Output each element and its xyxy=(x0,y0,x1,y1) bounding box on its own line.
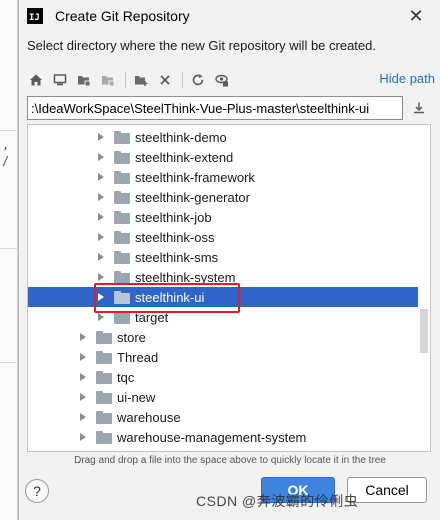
expand-arrow-icon[interactable] xyxy=(78,372,88,382)
folder-icon xyxy=(96,330,112,344)
tree-item-label: ui-new xyxy=(117,389,156,405)
expand-arrow-icon[interactable] xyxy=(96,232,106,242)
watermark: CSDN @奔波霸的伶俐虫 xyxy=(196,493,359,509)
folder-icon xyxy=(96,350,112,364)
tree-row[interactable]: tqc xyxy=(28,367,418,387)
tree-row[interactable]: warehouse xyxy=(28,407,418,427)
tree-item-label: Thread xyxy=(117,349,159,365)
tree-row[interactable]: warehouse-management-system xyxy=(28,427,418,447)
folder-icon xyxy=(114,130,130,144)
expand-arrow-icon[interactable] xyxy=(96,212,106,222)
folder-icon xyxy=(114,250,130,264)
file-chooser-toolbar: Hide path xyxy=(25,68,437,92)
folder-icon xyxy=(114,230,130,244)
expand-arrow-icon[interactable] xyxy=(78,412,88,422)
tree-row[interactable]: steelthink-framework xyxy=(28,167,418,187)
tree-row[interactable]: steelthink-extend xyxy=(28,147,418,167)
tree-item-label: warehouse-management-system xyxy=(117,429,307,445)
tree-row[interactable]: target xyxy=(28,307,418,327)
expand-arrow-icon[interactable] xyxy=(96,292,106,302)
expand-arrow-icon[interactable] xyxy=(96,152,106,162)
dialog-description: Select directory where the new Git repos… xyxy=(27,38,376,53)
path-input[interactable] xyxy=(27,96,403,120)
download-icon[interactable] xyxy=(407,96,431,120)
toolbar-separator xyxy=(125,72,126,88)
project-folder-icon[interactable] xyxy=(73,69,95,91)
folder-icon xyxy=(114,310,130,324)
help-button[interactable]: ? xyxy=(25,479,49,503)
expand-arrow-icon[interactable] xyxy=(78,352,88,362)
tree-item-label: tqc xyxy=(117,369,135,385)
module-folder-icon[interactable] xyxy=(97,69,119,91)
tree-item-label: steelthink-job xyxy=(135,209,212,225)
tree-item-label: steelthink-extend xyxy=(135,149,234,165)
tree-item-label: steelthink-oss xyxy=(135,229,215,245)
title-bar: IJ Create Git Repository xyxy=(19,0,440,32)
tree-row[interactable]: steelthink-system xyxy=(28,267,418,287)
tree-scrollbar-thumb[interactable] xyxy=(420,309,428,353)
tree-row[interactable]: steelthink-demo xyxy=(28,127,418,147)
tree-row[interactable]: steelthink-job xyxy=(28,207,418,227)
tree-item-label: steelthink-system xyxy=(135,269,236,285)
folder-icon xyxy=(114,270,130,284)
directory-tree[interactable]: warehouse-management-system warehouse ui-n… xyxy=(27,124,431,452)
show-hidden-icon[interactable] xyxy=(211,69,233,91)
refresh-icon[interactable] xyxy=(187,69,209,91)
tree-row[interactable]: ui-new xyxy=(28,387,418,407)
expand-arrow-icon[interactable] xyxy=(96,312,106,322)
delete-icon[interactable] xyxy=(154,69,176,91)
expand-arrow-icon[interactable] xyxy=(78,432,88,442)
expand-arrow-icon[interactable] xyxy=(78,392,88,402)
hide-path-link[interactable]: Hide path xyxy=(379,71,435,86)
folder-icon xyxy=(114,190,130,204)
folder-icon xyxy=(114,290,130,304)
expand-arrow-icon[interactable] xyxy=(96,172,106,182)
tree-row[interactable]: steelthink-oss xyxy=(28,227,418,247)
tree-row[interactable]: steelthink-generator xyxy=(28,187,418,207)
tree-item-label: store xyxy=(117,329,146,345)
tree-row[interactable]: store xyxy=(28,327,418,347)
folder-icon xyxy=(96,390,112,404)
folder-icon xyxy=(114,210,130,224)
folder-icon xyxy=(96,430,112,444)
new-folder-icon[interactable] xyxy=(130,69,152,91)
tree-item-label: warehouse xyxy=(117,409,181,425)
tree-item-label: target xyxy=(135,309,169,325)
intellij-app-icon: IJ xyxy=(27,8,43,24)
tree-item-label: steelthink-generator xyxy=(135,189,250,205)
expand-arrow-icon[interactable] xyxy=(96,132,106,142)
tree-item-label: steelthink-framework xyxy=(135,169,255,185)
folder-icon xyxy=(114,170,130,184)
tree-row[interactable]: steelthink-sms xyxy=(28,247,418,267)
expand-arrow-icon[interactable] xyxy=(96,252,106,262)
expand-arrow-icon[interactable] xyxy=(78,332,88,342)
dialog-title: Create Git Repository xyxy=(55,8,190,24)
close-button[interactable]: ✕ xyxy=(406,6,426,26)
expand-arrow-icon[interactable] xyxy=(96,272,106,282)
tree-row[interactable]: steelthink-ui xyxy=(28,287,418,307)
cancel-button[interactable]: Cancel xyxy=(347,477,427,503)
toolbar-separator xyxy=(182,72,183,88)
editor-backdrop: , / xyxy=(0,0,18,520)
tree-item-label: steelthink-ui xyxy=(135,289,205,305)
desktop-icon[interactable] xyxy=(49,69,71,91)
create-git-repository-dialog: IJ Create Git Repository ✕ Select direct… xyxy=(18,0,440,520)
home-icon[interactable] xyxy=(25,69,47,91)
tree-item-label: steelthink-sms xyxy=(135,249,219,265)
folder-icon xyxy=(96,410,112,424)
tree-row[interactable]: Thread xyxy=(28,347,418,367)
expand-arrow-icon[interactable] xyxy=(96,192,106,202)
path-row xyxy=(27,96,431,120)
tree-scrollbar[interactable] xyxy=(418,125,430,451)
folder-icon xyxy=(114,150,130,164)
tree-item-label: steelthink-demo xyxy=(135,129,227,145)
drag-drop-hint: Drag and drop a file into the space abov… xyxy=(74,455,386,466)
folder-icon xyxy=(96,370,112,384)
